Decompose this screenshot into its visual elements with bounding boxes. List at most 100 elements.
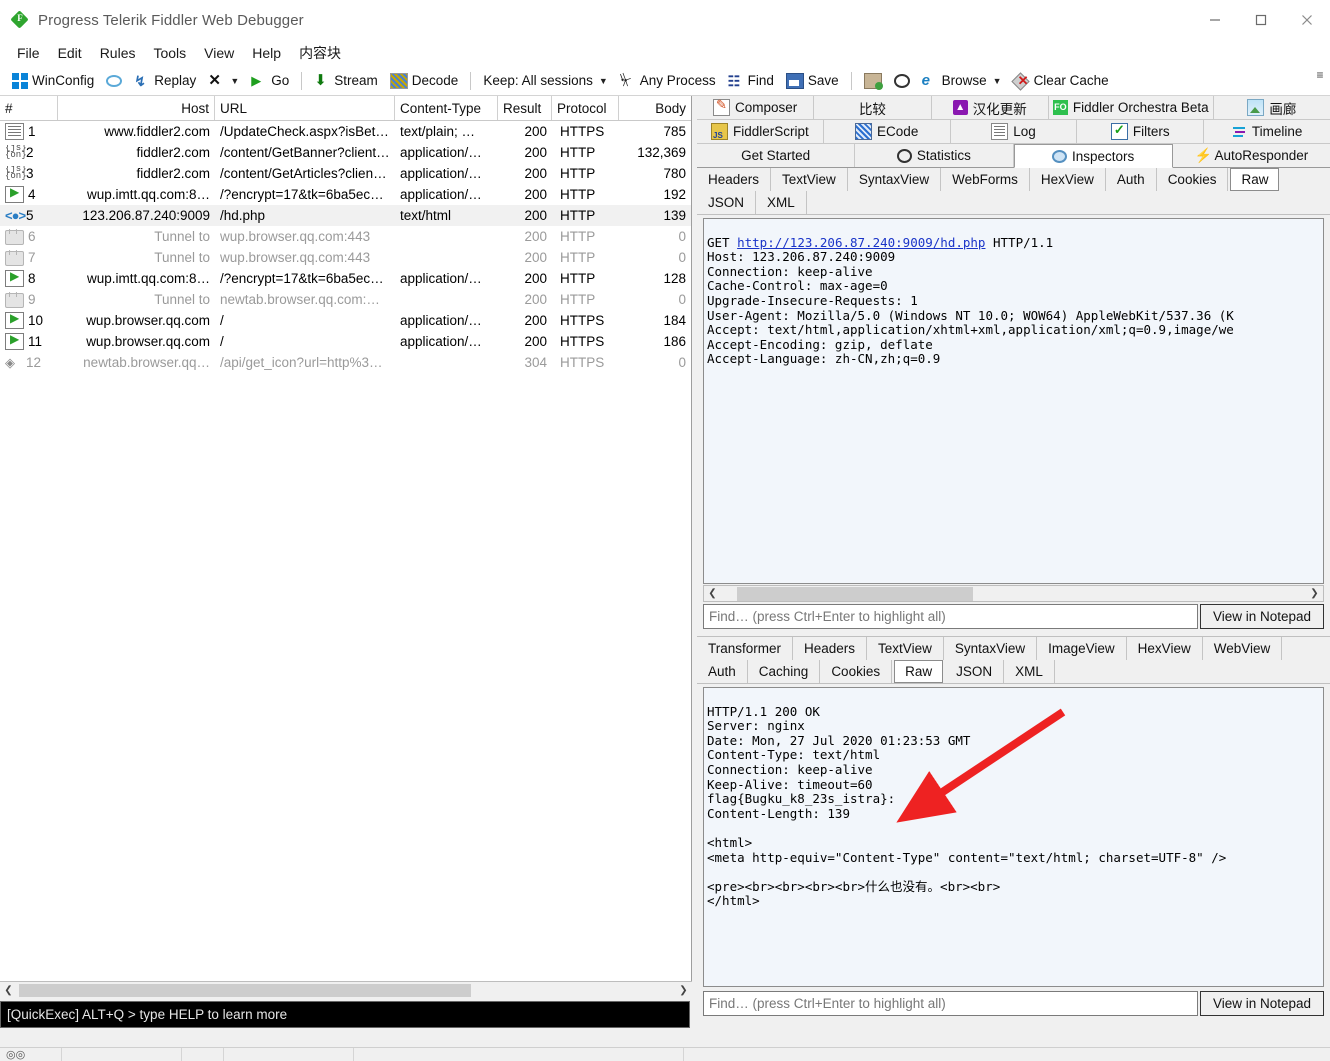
menu-item-tools[interactable]: Tools (144, 42, 195, 64)
scroll-thumb[interactable] (737, 586, 973, 601)
request-tab-syntaxview[interactable]: SyntaxView (848, 168, 942, 191)
menu-item-content-block[interactable]: 内容块 (290, 40, 350, 66)
table-row[interactable]: 1 www.fiddler2.com/UpdateCheck.aspx?isBet… (0, 121, 691, 142)
toolbar-overflow-icon[interactable]: ≡ (1314, 69, 1326, 81)
toolbar-comment-button[interactable] (100, 73, 128, 89)
table-row[interactable]: 9 Tunnel to newtab.browser.qq.com:… 200 HTTP… (0, 289, 691, 310)
tab-timeline[interactable]: Timeline (1204, 120, 1330, 143)
request-tab-json[interactable]: JSON (697, 191, 757, 214)
request-tab-headers[interactable]: Headers (697, 168, 772, 191)
table-row[interactable]: 11 wup.browser.qq.com / application/… 200 HTT… (0, 331, 691, 352)
table-row[interactable]: 10 wup.browser.qq.com / application/… 200 HTT… (0, 310, 691, 331)
table-row[interactable]: 6 Tunnel to wup.browser.qq.com:443 200 HTTP 0 (0, 226, 691, 247)
toolbar-keep-sessions-dropdown[interactable]: Keep: All sessions ▼ (477, 71, 613, 90)
scroll-right-icon[interactable]: ❯ (675, 983, 692, 998)
toolbar-clear-cache-button[interactable]: Clear Cache (1008, 71, 1115, 91)
request-view-in-notepad-button[interactable]: View in Notepad (1200, 604, 1324, 629)
toolbar-browse-button[interactable]: e Browse ▼ (916, 71, 1008, 91)
scroll-thumb[interactable] (19, 983, 471, 997)
toolbar-timer-button[interactable] (888, 72, 916, 90)
toolbar-clipboard-button[interactable] (858, 71, 888, 91)
tab-autoresponder[interactable]: ⚡ AutoResponder (1173, 144, 1330, 167)
request-find-input[interactable]: Find… (press Ctrl+Enter to highlight all… (703, 604, 1198, 629)
scroll-track[interactable] (721, 586, 1306, 601)
chevron-down-icon[interactable]: ▼ (599, 76, 608, 86)
table-row[interactable]: 7 Tunnel to wup.browser.qq.com:443 200 HTTP 0 (0, 247, 691, 268)
column-header-num[interactable]: # (0, 96, 58, 120)
response-tab-cookies[interactable]: Cookies (820, 660, 893, 683)
response-tab-syntaxview[interactable]: SyntaxView (944, 637, 1038, 660)
column-header-body[interactable]: Body (619, 96, 691, 120)
response-tab-headers[interactable]: Headers (793, 637, 868, 660)
request-tab-xml[interactable]: XML (756, 191, 807, 214)
response-tab-xml[interactable]: XML (1004, 660, 1055, 683)
menu-item-edit[interactable]: Edit (49, 42, 91, 64)
request-raw-view[interactable]: GET http://123.206.87.240:9009/hd.php HT… (703, 218, 1324, 584)
scroll-right-icon[interactable]: ❯ (1306, 586, 1323, 601)
toolbar-winconfig-button[interactable]: WinConfig (6, 71, 100, 91)
toolbar-stream-button[interactable]: ⬇ Stream (308, 71, 384, 91)
response-tab-textview[interactable]: TextView (867, 637, 944, 660)
response-tab-hexview[interactable]: HexView (1127, 637, 1203, 660)
response-tab-json[interactable]: JSON (945, 660, 1005, 683)
toolbar-go-button[interactable]: ▶ Go (245, 71, 295, 91)
request-horizontal-scrollbar[interactable]: ❮ ❯ (703, 585, 1324, 602)
tab-compare[interactable]: 比较 (814, 96, 932, 119)
toolbar-decode-button[interactable]: Decode (384, 71, 465, 91)
table-row[interactable]: <●> 5 123.206.87.240:9009/hd.php text/html 2… (0, 205, 691, 226)
scroll-left-icon[interactable]: ❮ (704, 586, 721, 601)
tab-inspectors[interactable]: Inspectors (1013, 144, 1173, 168)
response-tab-webview[interactable]: WebView (1203, 637, 1283, 660)
column-header-host[interactable]: Host (58, 96, 215, 120)
column-header-protocol[interactable]: Protocol (552, 96, 619, 120)
response-raw-view[interactable]: HTTP/1.1 200 OK Server: nginx Date: Mon,… (703, 687, 1324, 987)
scroll-left-icon[interactable]: ❮ (0, 983, 17, 998)
scroll-track[interactable] (17, 982, 675, 998)
tab-log[interactable]: Log (951, 120, 1078, 143)
response-tab-caching[interactable]: Caching (748, 660, 821, 683)
tab-gallery[interactable]: 画廊 (1214, 96, 1330, 119)
column-header-url[interactable]: URL (215, 96, 395, 120)
tab-ecode[interactable]: ECode (824, 120, 951, 143)
table-row[interactable]: ◈ 12 newtab.browser.qq… /api/get_icon?url=h… (0, 352, 691, 373)
tab-get-started[interactable]: Get Started (697, 144, 856, 167)
table-row[interactable]: {js} {on} 2 fiddler2.com/content/GetBanner?… (0, 142, 691, 163)
menu-item-file[interactable]: File (8, 42, 49, 64)
minimize-icon[interactable] (1192, 0, 1238, 40)
chevron-down-icon[interactable]: ▼ (993, 76, 1002, 86)
sessions-horizontal-scrollbar[interactable]: ❮ ❯ (0, 981, 692, 998)
maximize-icon[interactable] (1238, 0, 1284, 40)
menu-item-rules[interactable]: Rules (91, 42, 145, 64)
column-header-content-type[interactable]: Content-Type (395, 96, 498, 120)
menu-item-view[interactable]: View (195, 42, 243, 64)
request-url-link[interactable]: http://123.206.87.240:9009/hd.php (737, 235, 985, 250)
request-tab-auth[interactable]: Auth (1106, 168, 1157, 191)
table-row[interactable]: {js} {on} 3 fiddler2.com/content/GetArticle… (0, 163, 691, 184)
toolbar-save-button[interactable]: Save (780, 71, 845, 91)
tab-filters[interactable]: Filters (1077, 120, 1205, 143)
response-find-input[interactable]: Find… (press Ctrl+Enter to highlight all… (703, 991, 1198, 1016)
status-capture-indicator[interactable]: ◎◎ (0, 1048, 62, 1061)
tab-fiddler-orchestra[interactable]: FO Fiddler Orchestra Beta (1049, 96, 1214, 119)
table-row[interactable]: 8 wup.imtt.qq.com:8… /?encrypt=17&tk=6ba5e… (0, 268, 691, 289)
table-row[interactable]: 4 wup.imtt.qq.com:8… /?encrypt=17&tk=6ba5e… (0, 184, 691, 205)
column-header-result[interactable]: Result (498, 96, 552, 120)
response-tab-transformer[interactable]: Transformer (697, 637, 794, 660)
toolbar-remove-button[interactable]: ✕ ▼ (202, 71, 245, 91)
request-tab-webforms[interactable]: WebForms (941, 168, 1030, 191)
response-tab-raw[interactable]: Raw (894, 660, 944, 683)
tab-statistics[interactable]: Statistics (855, 144, 1014, 167)
toolbar-any-process-button[interactable]: ⏧ Any Process (614, 71, 722, 91)
response-tab-imageview[interactable]: ImageView (1037, 637, 1127, 660)
response-tab-auth[interactable]: Auth (697, 660, 748, 683)
tab-composer[interactable]: Composer (697, 96, 815, 119)
response-view-in-notepad-button[interactable]: View in Notepad (1200, 991, 1324, 1016)
request-tab-cookies[interactable]: Cookies (1157, 168, 1229, 191)
toolbar-find-button[interactable]: ☷ Find (722, 71, 780, 91)
menu-item-help[interactable]: Help (243, 42, 290, 64)
chevron-down-icon[interactable]: ▼ (230, 76, 239, 86)
toolbar-replay-button[interactable]: ↯ Replay (128, 71, 202, 91)
tab-fiddlerscript[interactable]: FiddlerScript (697, 120, 824, 143)
request-tab-textview[interactable]: TextView (771, 168, 848, 191)
close-icon[interactable] (1284, 0, 1330, 40)
